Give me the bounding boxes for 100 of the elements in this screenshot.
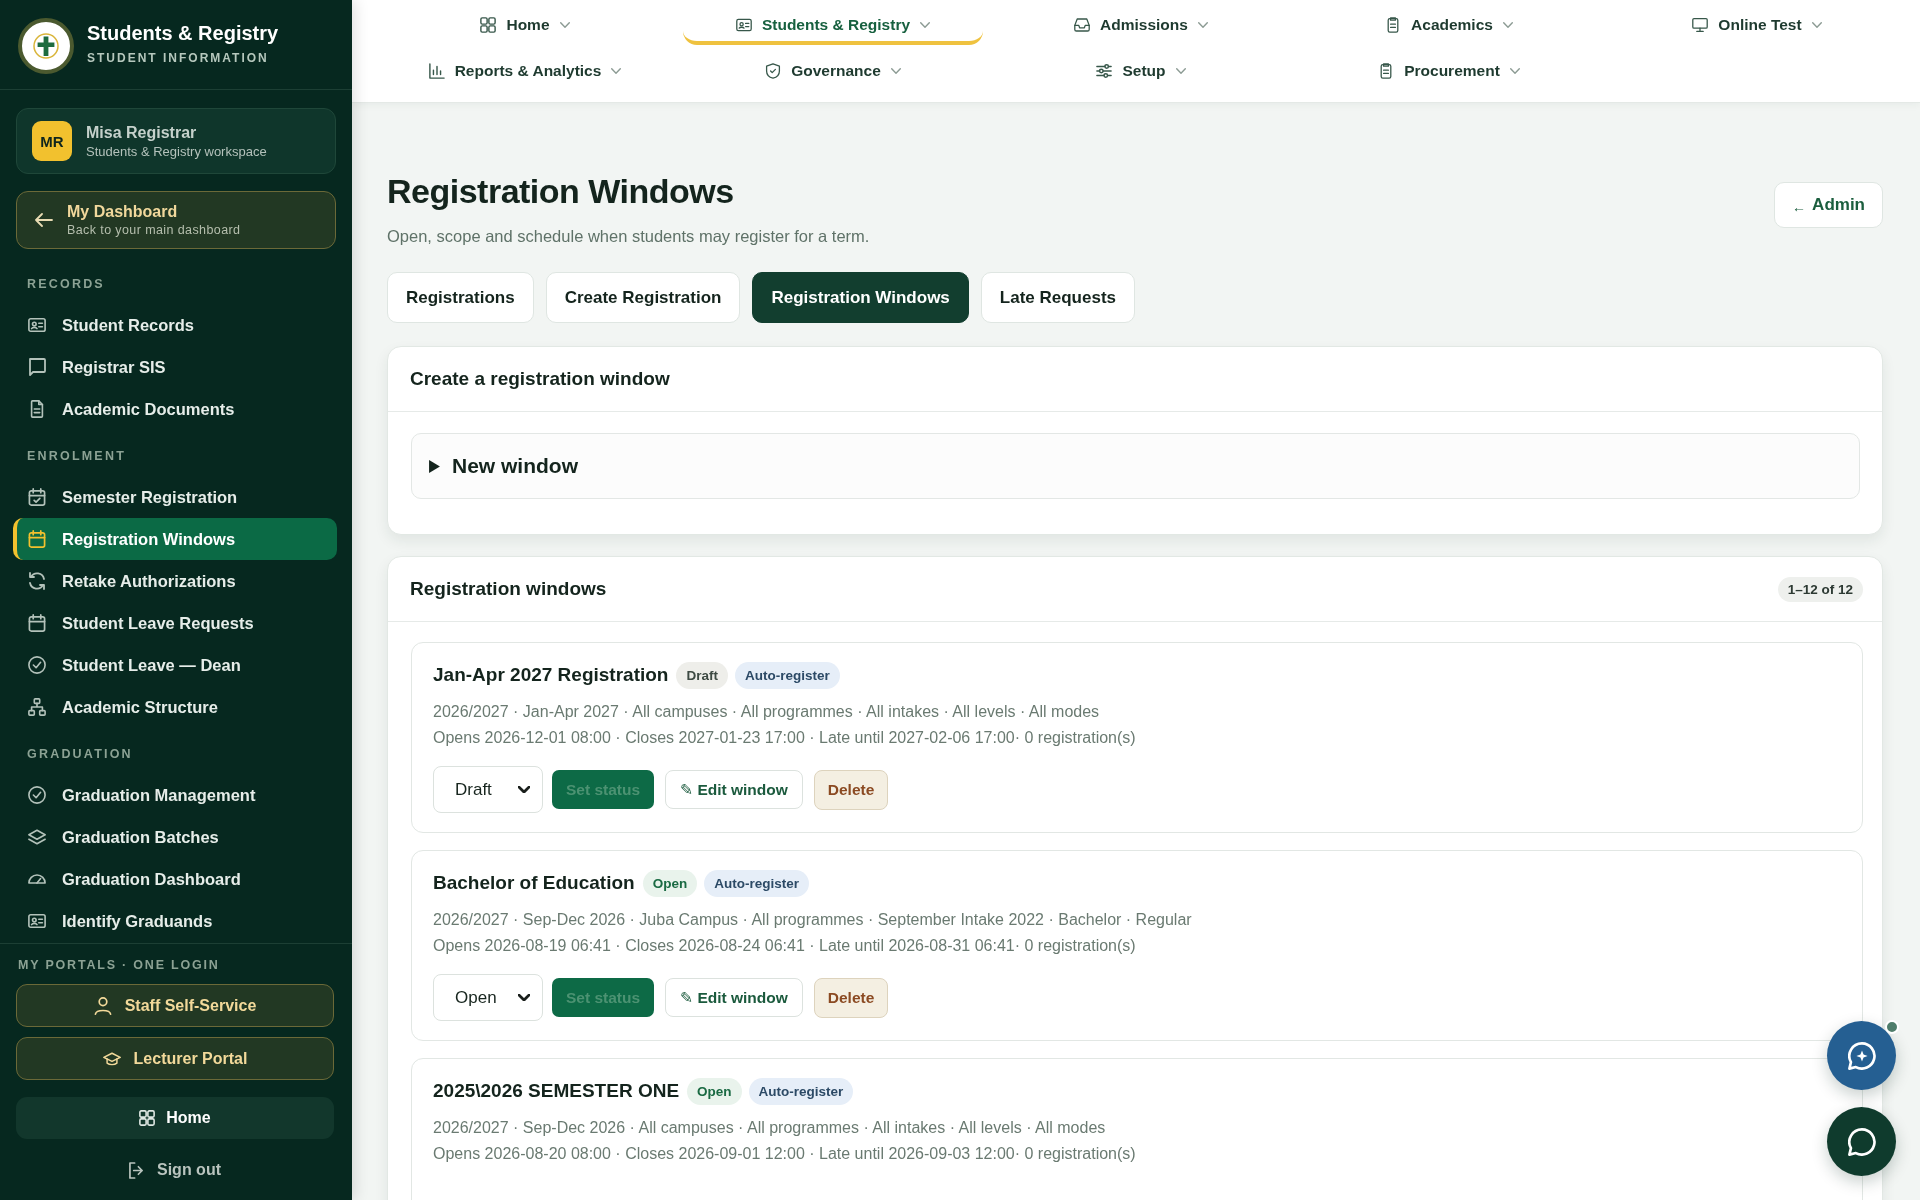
edit-button[interactable]: ✎ Edit window bbox=[665, 978, 803, 1017]
hierarchy-icon bbox=[28, 698, 46, 716]
sidebar-item[interactable]: Semester Registration bbox=[13, 476, 337, 518]
window-scope: 2026/2027 · Jan-Apr 2027 · All campuses · All programmes · All intakes · All levels · All modes bbox=[433, 702, 1101, 722]
status-badge: Draft bbox=[676, 661, 728, 689]
check-circle-icon bbox=[28, 656, 46, 674]
chevron-down-icon bbox=[890, 68, 901, 74]
calendar-check-icon bbox=[28, 488, 46, 506]
nav-menu-item[interactable]: Setup bbox=[991, 55, 1291, 91]
user-icon bbox=[93, 996, 112, 1015]
chevron-down-icon bbox=[518, 786, 530, 793]
status-badge: Open bbox=[687, 1077, 742, 1105]
nav-menu-item[interactable]: Academics bbox=[1299, 9, 1599, 45]
sidebar-item[interactable]: Retake Authorizations bbox=[13, 560, 337, 602]
chevron-down-icon bbox=[518, 994, 530, 1001]
page-title: Registration Windows bbox=[387, 171, 735, 211]
document-icon bbox=[28, 400, 46, 418]
chevron-down-icon bbox=[611, 68, 622, 74]
dashboard-link[interactable]: My Dashboard Back to your main dashboard bbox=[16, 191, 336, 249]
panel-title: Registration windows bbox=[410, 578, 607, 600]
sidebar-item[interactable]: Academic Structure bbox=[13, 686, 337, 728]
nav-menu-item[interactable]: Procurement bbox=[1299, 55, 1599, 91]
sign-out-icon bbox=[129, 1161, 144, 1179]
nav-menu-item[interactable]: Students & Registry bbox=[683, 9, 983, 45]
chevron-down-icon bbox=[1175, 68, 1186, 74]
section-label: ENROLMENT bbox=[27, 448, 127, 465]
sliders-icon bbox=[1096, 63, 1113, 79]
shield-check-icon bbox=[765, 63, 782, 79]
sign-out-link[interactable]: Sign out bbox=[129, 1160, 221, 1180]
portal-button[interactable]: Staff Self-Service bbox=[16, 984, 334, 1027]
sidebar-item[interactable]: Student Leave — Dean bbox=[13, 644, 337, 686]
arrow-left-icon bbox=[35, 213, 53, 227]
app-title: Students & Registry bbox=[87, 21, 279, 45]
window-scope: 2026/2027 · Sep-Dec 2026 · All campuses · All programmes · All intakes · All levels · All modes bbox=[433, 1118, 1107, 1138]
sidebar-item[interactable]: Registrar SIS bbox=[13, 346, 337, 388]
user-workspace: Students & Registry workspace bbox=[86, 143, 267, 159]
window-schedule: Opens 2026-08-19 06:41 · Closes 2026-08-24 06:41 · Late until 2026-08-31 06:41· 0 registration(s) bbox=[433, 936, 1137, 956]
delete-button[interactable]: Delete bbox=[813, 769, 889, 810]
edit-button[interactable]: ✎ Edit window bbox=[665, 770, 803, 809]
calendar-icon bbox=[28, 530, 46, 548]
window-scope: 2026/2027 · Sep-Dec 2026 · Juba Campus · All programmes · September Intake 2022 · Bachelor · Regular bbox=[433, 910, 1193, 930]
grid-icon bbox=[480, 17, 497, 33]
status-select[interactable]: Draft bbox=[433, 766, 543, 813]
app-subtitle: STUDENT INFORMATION bbox=[87, 50, 270, 65]
chevron-down-icon bbox=[1811, 22, 1822, 28]
sidebar-item[interactable]: Graduation Management bbox=[13, 774, 337, 816]
chat-sparkle-icon bbox=[1847, 1041, 1876, 1070]
chat-icon bbox=[1847, 1127, 1876, 1156]
page-subtitle: Open, scope and schedule when students may register for a term. bbox=[387, 226, 870, 247]
nav-menu-item[interactable]: Admissions bbox=[991, 9, 1291, 45]
refresh-icon bbox=[28, 572, 46, 590]
chevron-down-icon bbox=[1197, 22, 1208, 28]
section-label: RECORDS bbox=[27, 276, 106, 293]
window-title: Bachelor of Education bbox=[433, 871, 635, 895]
delete-button[interactable]: Delete bbox=[813, 977, 889, 1018]
section-label: MY PORTALS · ONE LOGIN bbox=[18, 958, 221, 972]
back-button[interactable]: ← Admin bbox=[1774, 182, 1883, 228]
mode-badge: Auto-register bbox=[748, 1077, 854, 1105]
section-label: GRADUATION bbox=[27, 746, 134, 763]
chevron-down-icon bbox=[559, 22, 570, 28]
user-name: Misa Registrar bbox=[86, 123, 198, 142]
sidebar-item[interactable]: Graduation Batches bbox=[13, 816, 337, 858]
status-badge: Open bbox=[642, 869, 698, 897]
window-title: Jan-Apr 2027 Registration bbox=[433, 663, 669, 687]
sidebar-item[interactable]: Graduation Dashboard bbox=[13, 858, 337, 900]
caret-right-icon bbox=[429, 459, 440, 473]
home-button[interactable]: Home bbox=[16, 1097, 334, 1139]
sidebar-item[interactable]: Academic Documents bbox=[13, 388, 337, 430]
nav-menu-item[interactable]: Online Test bbox=[1607, 9, 1907, 45]
portal-button[interactable]: Lecturer Portal bbox=[16, 1037, 334, 1080]
grid-icon bbox=[139, 1110, 156, 1126]
tab[interactable]: Registrations bbox=[387, 272, 534, 323]
mode-badge: Auto-register bbox=[735, 661, 840, 689]
cross-emblem-icon bbox=[18, 18, 74, 74]
inbox-icon bbox=[1074, 17, 1091, 33]
nav-menu-item[interactable]: Reports & Analytics bbox=[375, 55, 675, 91]
chevron-down-icon bbox=[920, 22, 931, 28]
sidebar-item[interactable]: Student Records bbox=[13, 304, 337, 346]
count-badge: 1–12 of 12 bbox=[1777, 576, 1863, 602]
sidebar-item[interactable]: Student Leave Requests bbox=[13, 602, 337, 644]
tab[interactable]: Create Registration bbox=[545, 272, 741, 323]
sidebar-item[interactable]: Identify Graduands bbox=[13, 900, 337, 942]
chevron-down-icon bbox=[1509, 68, 1520, 74]
monitor-icon bbox=[1692, 17, 1709, 33]
mode-badge: Auto-register bbox=[704, 869, 809, 897]
id-card-icon bbox=[735, 17, 752, 33]
window-schedule: Opens 2026-12-01 08:00 · Closes 2027-01-23 17:00 · Late until 2027-02-06 17:00· 0 registration(s) bbox=[433, 728, 1137, 748]
tab[interactable]: Late Requests bbox=[980, 272, 1136, 323]
chevron-down-icon bbox=[1502, 22, 1513, 28]
nav-menu-item[interactable]: Governance bbox=[683, 55, 983, 91]
calendar-icon bbox=[28, 614, 46, 632]
bar-chart-icon bbox=[428, 63, 445, 79]
nav-menu-item[interactable]: Home bbox=[375, 9, 675, 45]
id-card-icon bbox=[28, 912, 46, 930]
user-avatar: MR bbox=[32, 121, 72, 161]
check-circle-icon bbox=[28, 786, 46, 804]
tab[interactable]: Registration Windows bbox=[752, 272, 969, 323]
status-select[interactable]: Open bbox=[433, 974, 543, 1021]
sidebar-item[interactable]: Registration Windows bbox=[13, 518, 337, 560]
disclosure-toggle[interactable]: New window bbox=[411, 433, 1860, 499]
